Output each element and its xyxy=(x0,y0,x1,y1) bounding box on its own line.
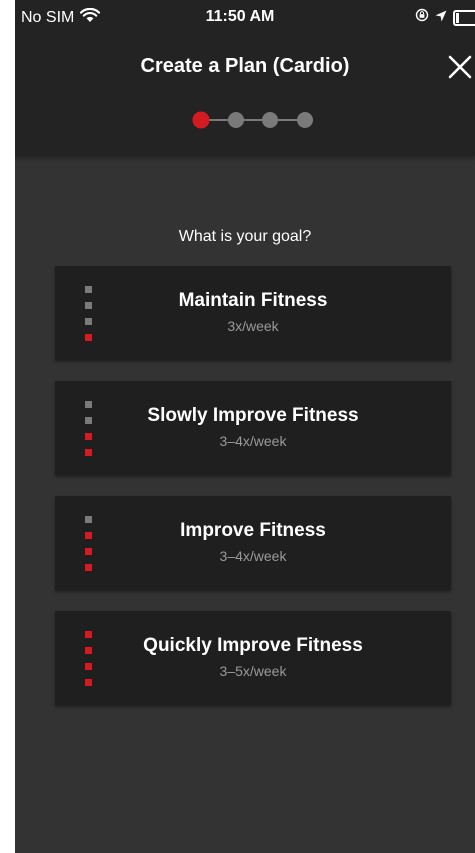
step-indicator xyxy=(192,111,313,129)
goal-title: Slowly Improve Fitness xyxy=(147,405,359,426)
step-dot-4 xyxy=(297,112,313,128)
step-dot-2 xyxy=(228,112,244,128)
app-screen: No SIM 11:50 AM Create a Plan (Cardio) W… xyxy=(15,0,475,853)
goal-frequency: 3–4x/week xyxy=(219,548,287,564)
intensity-block-active xyxy=(85,679,92,686)
goal-frequency: 3x/week xyxy=(227,318,279,334)
goal-title: Improve Fitness xyxy=(180,520,326,541)
status-time: 11:50 AM xyxy=(205,8,275,25)
intensity-block-active xyxy=(85,334,92,341)
close-button[interactable] xyxy=(445,52,475,82)
goal-title: Maintain Fitness xyxy=(178,290,328,311)
goal-option-improve[interactable]: Improve Fitness 3–4x/week xyxy=(55,496,451,590)
goal-option-maintain[interactable]: Maintain Fitness 3x/week xyxy=(55,266,451,360)
status-bar: No SIM 11:50 AM xyxy=(15,0,475,36)
step-dot-3 xyxy=(262,112,278,128)
header: No SIM 11:50 AM Create a Plan (Cardio) xyxy=(15,0,475,156)
battery-fill xyxy=(456,12,459,23)
goal-option-quickly-improve[interactable]: Quickly Improve Fitness 3–5x/week xyxy=(55,611,451,705)
goal-option-slowly-improve[interactable]: Slowly Improve Fitness 3–4x/week xyxy=(55,381,451,475)
goal-title: Quickly Improve Fitness xyxy=(143,635,363,656)
status-right xyxy=(415,8,475,27)
intensity-block-active xyxy=(85,564,92,571)
orientation-lock-icon xyxy=(415,8,429,27)
close-icon xyxy=(448,55,472,79)
goal-frequency: 3–5x/week xyxy=(219,663,287,679)
step-dot-1 xyxy=(192,111,210,129)
goal-question: What is your goal? xyxy=(178,228,312,245)
page-title: Create a Plan (Cardio) xyxy=(140,55,350,77)
intensity-block-active xyxy=(85,449,92,456)
goal-frequency: 3–4x/week xyxy=(219,433,287,449)
battery-icon xyxy=(453,9,475,26)
location-arrow-icon xyxy=(435,9,447,27)
